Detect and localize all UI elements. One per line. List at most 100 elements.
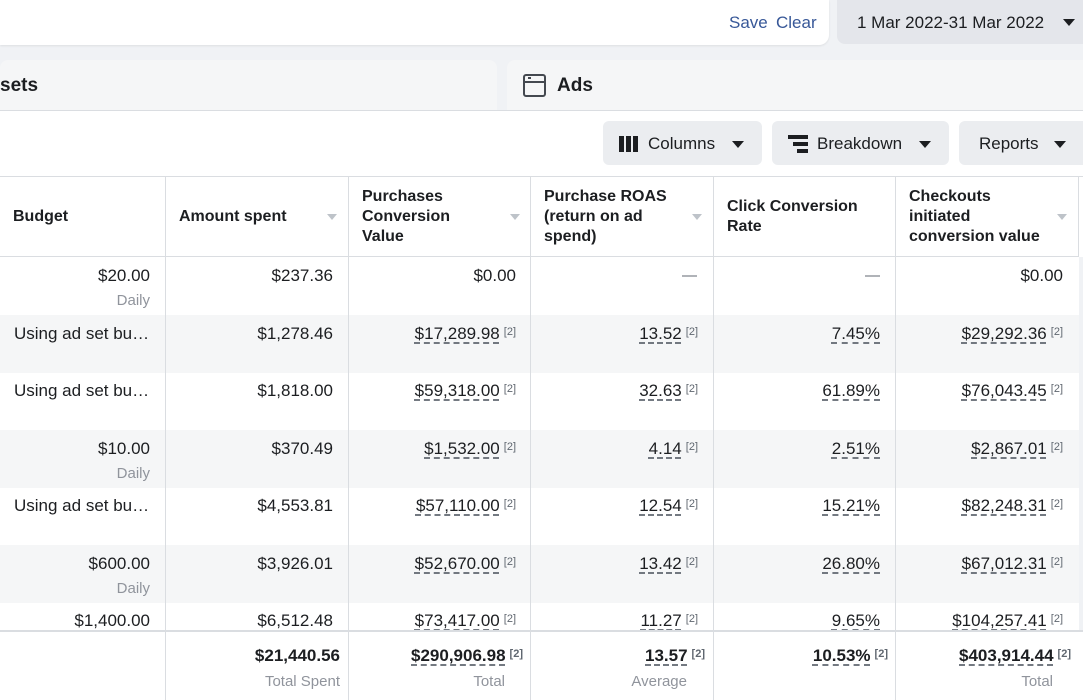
roas-cell[interactable]: 13.52 [2] <box>639 324 698 344</box>
purchases-value-cell[interactable]: $1,532.00 [2] <box>424 439 516 459</box>
vertical-scrollbar[interactable] <box>1079 257 1083 630</box>
table-totals-row: $21,440.56 Total Spent $290,906.98 [2] To… <box>0 630 1083 700</box>
roas-cell[interactable]: 11.27 [2] <box>640 611 698 631</box>
tab-ad-sets[interactable]: sets <box>0 60 497 110</box>
amount-spent-cell: $237.36 <box>271 266 333 285</box>
header-label: Purchase ROAS <box>544 188 667 205</box>
checkouts-value-cell[interactable]: $104,257.41 [2] <box>952 611 1063 631</box>
budget-type: Daily <box>116 580 150 597</box>
date-range-label: 1 Mar 2022-31 Mar 2022 <box>857 13 1045 32</box>
amount-spent-cell: $4,553.81 <box>257 496 333 515</box>
chevron-down-icon <box>1063 19 1075 26</box>
reports-label: Reports <box>979 134 1039 153</box>
header-label: Checkouts <box>909 188 991 205</box>
checkouts-value-cell[interactable]: $82,248.31 [2] <box>962 496 1063 516</box>
column-header-purchase-roas[interactable]: Purchase ROAS (return on ad spend) <box>531 177 714 257</box>
table-row[interactable]: $10.00 Daily $370.49 $1,532.00 [2] 4.14 [2] 2.5… <box>0 430 1083 488</box>
column-header-click-conversion-rate[interactable]: Click Conversion Rate <box>714 177 896 257</box>
amount-spent-cell: $1,818.00 <box>257 381 333 400</box>
click-rate-cell[interactable]: 9.65% <box>832 611 880 631</box>
total-click-rate-value[interactable]: 10.53% [2] <box>813 646 888 666</box>
checkouts-value-cell[interactable]: $2,867.01 [2] <box>971 439 1063 459</box>
roas-cell[interactable]: 4.14 [2] <box>649 439 698 459</box>
total-checkouts-label: Total <box>1021 673 1053 690</box>
ad-window-icon <box>523 74 546 97</box>
roas-cell[interactable]: 12.54 [2] <box>639 496 698 516</box>
table-row[interactable]: Using ad set bu… $4,553.81 $57,110.00 [2] 12… <box>0 487 1083 545</box>
sort-icon[interactable] <box>1057 214 1067 220</box>
click-rate-cell[interactable]: 26.80% <box>822 554 880 574</box>
ad-sets-table: Budget Amount spent Purchases Conversion… <box>0 176 1083 700</box>
columns-button[interactable]: Columns <box>603 121 762 165</box>
column-header-budget[interactable]: Budget <box>0 177 166 257</box>
budget-cell: Using ad set bu… <box>14 381 150 400</box>
header-label: initiated <box>909 208 971 225</box>
purchases-value-cell[interactable]: $59,318.00 [2] <box>415 381 516 401</box>
header-label: conversion value <box>909 228 1040 245</box>
header-label: Purchases <box>362 188 443 205</box>
breakdown-button[interactable]: Breakdown <box>772 121 949 165</box>
columns-label: Columns <box>648 134 716 153</box>
total-spent-value: $21,440.56 <box>254 646 340 665</box>
click-rate-cell[interactable]: 61.89% <box>822 381 880 401</box>
columns-icon <box>619 136 639 152</box>
column-header-purchases-conversion-value[interactable]: Purchases Conversion Value <box>349 177 531 257</box>
click-rate-cell[interactable]: 7.45% <box>832 324 880 344</box>
chevron-down-icon <box>919 141 931 148</box>
header-label: spend) <box>544 228 597 245</box>
sort-icon[interactable] <box>510 214 520 220</box>
column-divider <box>713 632 714 700</box>
click-rate-cell[interactable]: 15.21% <box>822 496 880 516</box>
checkouts-value-cell[interactable]: $29,292.36 [2] <box>962 324 1063 344</box>
header-label: (return on ad <box>544 208 643 225</box>
budget-cell: $10.00 <box>98 439 150 458</box>
chevron-down-icon <box>1054 141 1066 148</box>
table-row[interactable]: Using ad set bu… $1,278.46 $17,289.98 [2] 13… <box>0 315 1083 373</box>
column-header-amount-spent[interactable]: Amount spent <box>166 177 349 257</box>
breakdown-icon <box>788 135 808 153</box>
purchases-value-cell[interactable]: $73,417.00 [2] <box>415 611 516 631</box>
budget-cell: $20.00 <box>98 266 150 285</box>
click-rate-cell[interactable]: 2.51% <box>832 439 880 459</box>
column-divider <box>348 632 349 700</box>
table-row[interactable]: $20.00 Daily $237.36 $0.00 — — $0.00 <box>0 257 1083 315</box>
total-checkouts-value[interactable]: $403,914.44 [2] <box>959 646 1071 666</box>
sort-icon[interactable] <box>327 214 337 220</box>
amount-spent-cell: $3,926.01 <box>257 554 333 573</box>
breakdown-label: Breakdown <box>817 134 903 153</box>
tab-ads-label: Ads <box>557 75 593 96</box>
header-label: Click Conversion <box>727 198 858 215</box>
header-label: Conversion <box>362 208 451 225</box>
checkouts-value-cell[interactable]: $76,043.45 [2] <box>962 381 1063 401</box>
budget-type: Daily <box>116 292 150 309</box>
column-divider <box>530 632 531 700</box>
tab-ads[interactable]: Ads <box>507 60 1083 110</box>
amount-spent-cell: $1,278.46 <box>257 324 333 343</box>
checkouts-value-cell: $0.00 <box>1020 266 1063 285</box>
save-button[interactable]: Save <box>729 13 768 33</box>
reports-button[interactable]: Reports <box>959 121 1083 165</box>
purchases-value-cell[interactable]: $57,110.00 [2] <box>416 496 516 516</box>
purchases-value-cell[interactable]: $17,289.98 [2] <box>415 324 516 344</box>
table-row[interactable]: $600.00 Daily $3,926.01 $52,670.00 [2] 13.42[… <box>0 545 1083 603</box>
total-spent-label: Total Spent <box>264 673 340 690</box>
clear-button[interactable]: Clear <box>776 13 817 33</box>
total-purchases-value[interactable]: $290,906.98 [2] <box>411 646 523 666</box>
column-divider <box>165 632 166 700</box>
average-roas-value[interactable]: 13.57 [2] <box>645 646 705 666</box>
checkouts-value-cell[interactable]: $67,012.31 [2] <box>962 554 1063 574</box>
column-header-checkouts-initiated-value[interactable]: Checkouts initiated conversion value <box>896 177 1079 257</box>
sort-icon[interactable] <box>692 214 702 220</box>
date-range-picker[interactable]: 1 Mar 2022-31 Mar 2022 <box>837 0 1083 44</box>
chevron-down-icon <box>732 141 744 148</box>
amount-spent-cell: $370.49 <box>271 439 333 458</box>
roas-cell[interactable]: 13.42 [2] <box>639 554 698 574</box>
header-label: Rate <box>727 218 762 235</box>
budget-cell: Using ad set bu… <box>14 496 150 515</box>
table-row[interactable]: Using ad set bu… $1,818.00 $59,318.00 [2] 32… <box>0 372 1083 430</box>
budget-type: Daily <box>116 465 150 482</box>
roas-cell[interactable]: 32.63 [2] <box>639 381 698 401</box>
table-toolbar: Columns Breakdown Reports <box>0 110 1083 176</box>
purchases-value-cell[interactable]: $52,670.00 [2] <box>415 554 516 574</box>
purchases-value-cell: $0.00 <box>473 266 516 285</box>
